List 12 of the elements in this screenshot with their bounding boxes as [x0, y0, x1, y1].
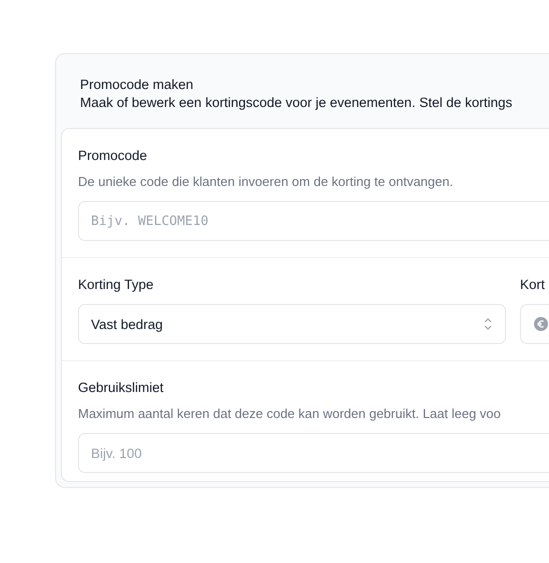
- field-help: De unieke code die klanten invoeren om de korting te ontvangen.: [78, 174, 454, 189]
- chevron-up-down-icon: [483, 316, 493, 332]
- dialog-title: Promocode maken: [80, 76, 194, 94]
- field-label: Kort: [520, 276, 546, 294]
- field-help: Maximum aantal keren dat deze code kan worden gebruikt. Laat leeg voo: [78, 406, 502, 421]
- dialog-description: Maak of bewerk een kortingscode voor je evenementen. Stel de kortings: [80, 94, 514, 112]
- usage-limit-field[interactable]: Bijv. 100: [78, 433, 549, 473]
- field-label: Korting Type: [78, 276, 155, 294]
- field-label: Promocode: [78, 147, 148, 165]
- discount-type-select[interactable]: Vast bedrag: [78, 304, 506, 344]
- field-label: Gebruikslimiet: [78, 379, 165, 397]
- promo-code-field[interactable]: Bijv. WELCOME10: [78, 201, 549, 241]
